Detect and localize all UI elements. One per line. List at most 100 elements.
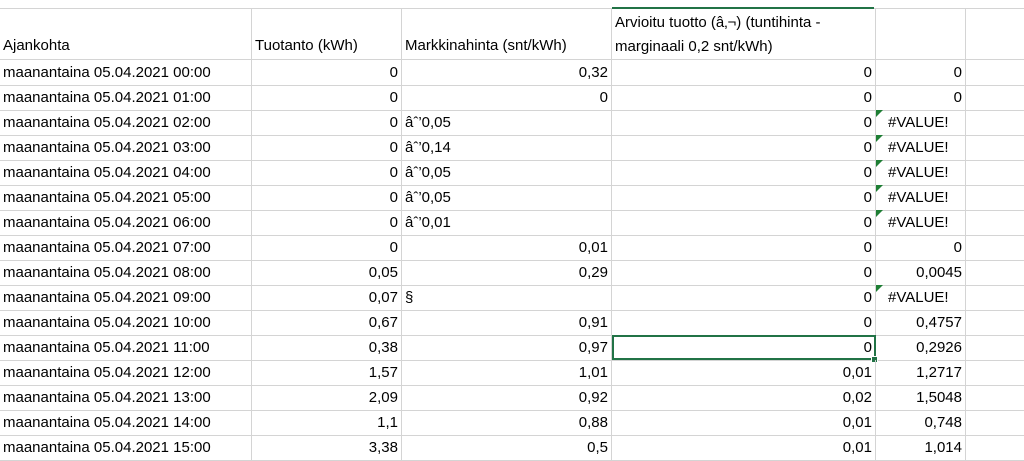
cell-calculated[interactable]: #VALUE!	[876, 160, 966, 185]
cell-empty[interactable]	[966, 185, 1024, 210]
cell-ajankohta[interactable]: maanantaina 05.04.2021 09:00	[0, 285, 252, 310]
cell-arvioitu-tuotto[interactable]: 0	[612, 160, 876, 185]
cell-tuotanto[interactable]: 1,1	[252, 410, 402, 435]
cell-calculated[interactable]: 0,0045	[876, 260, 966, 285]
cell-markkinahinta[interactable]: âˆ’0,05	[402, 185, 612, 210]
cell-tuotanto[interactable]: 0,05	[252, 260, 402, 285]
cell-arvioitu-tuotto[interactable]: 0	[612, 60, 876, 85]
cell-ajankohta[interactable]: maanantaina 05.04.2021 00:00	[0, 60, 252, 85]
cell-arvioitu-tuotto[interactable]: 0,01	[612, 435, 876, 460]
cell-arvioitu-tuotto[interactable]: 0,02	[612, 385, 876, 410]
cell-ajankohta[interactable]: maanantaina 05.04.2021 07:00	[0, 235, 252, 260]
cell-markkinahinta[interactable]: 0	[402, 85, 612, 110]
cell-markkinahinta[interactable]: âˆ’0,05	[402, 160, 612, 185]
spreadsheet-grid[interactable]: Ajankohta Tuotanto (kWh) Markkinahinta (…	[0, 0, 1024, 461]
cell-calculated[interactable]: 1,014	[876, 435, 966, 460]
cell-empty[interactable]	[966, 410, 1024, 435]
cell-tuotanto[interactable]: 2,09	[252, 385, 402, 410]
cell-markkinahinta[interactable]: 0,01	[402, 235, 612, 260]
cell-calculated[interactable]: #VALUE!	[876, 185, 966, 210]
cell-ajankohta[interactable]: maanantaina 05.04.2021 03:00	[0, 135, 252, 160]
cell-arvioitu-tuotto[interactable]: 0	[612, 310, 876, 335]
cell-ajankohta[interactable]: maanantaina 05.04.2021 11:00	[0, 335, 252, 360]
error-indicator-icon[interactable]	[876, 210, 883, 217]
cell-markkinahinta[interactable]: 0,29	[402, 260, 612, 285]
cell-tuotanto[interactable]: 0	[252, 85, 402, 110]
cell-tuotanto[interactable]: 3,38	[252, 435, 402, 460]
cell-arvioitu-tuotto[interactable]: 0	[612, 135, 876, 160]
header-col-f[interactable]	[966, 8, 1024, 59]
cell-tuotanto[interactable]: 0	[252, 60, 402, 85]
cell-tuotanto[interactable]: 1,57	[252, 360, 402, 385]
cell-calculated[interactable]: 0,4757	[876, 310, 966, 335]
cell-markkinahinta[interactable]: 0,5	[402, 435, 612, 460]
cell-calculated[interactable]: 0,748	[876, 410, 966, 435]
header-col-e[interactable]	[876, 8, 966, 59]
cell-ajankohta[interactable]: maanantaina 05.04.2021 05:00	[0, 185, 252, 210]
cell-arvioitu-tuotto[interactable]: 0,01	[612, 360, 876, 385]
error-indicator-icon[interactable]	[876, 135, 883, 142]
cell-tuotanto[interactable]: 0,67	[252, 310, 402, 335]
cell-ajankohta[interactable]: maanantaina 05.04.2021 01:00	[0, 85, 252, 110]
cell-ajankohta[interactable]: maanantaina 05.04.2021 08:00	[0, 260, 252, 285]
cell-arvioitu-tuotto[interactable]: 0	[612, 335, 878, 363]
cell-empty[interactable]	[966, 260, 1024, 285]
cell-markkinahinta[interactable]: 0,97	[402, 335, 612, 360]
cell-tuotanto[interactable]: 0,38	[252, 335, 402, 360]
cell-calculated[interactable]: 0	[876, 235, 966, 260]
cell-empty[interactable]	[966, 435, 1024, 460]
error-indicator-icon[interactable]	[876, 110, 883, 117]
cell-ajankohta[interactable]: maanantaina 05.04.2021 06:00	[0, 210, 252, 235]
cell-arvioitu-tuotto[interactable]: 0	[612, 235, 876, 260]
error-indicator-icon[interactable]	[876, 185, 883, 192]
header-tuotanto[interactable]: Tuotanto (kWh)	[252, 8, 402, 59]
cell-ajankohta[interactable]: maanantaina 05.04.2021 10:00	[0, 310, 252, 335]
error-indicator-icon[interactable]	[876, 160, 883, 167]
cell-empty[interactable]	[966, 210, 1024, 235]
cell-empty[interactable]	[966, 110, 1024, 135]
cell-ajankohta[interactable]: maanantaina 05.04.2021 14:00	[0, 410, 252, 435]
cell-tuotanto[interactable]: 0	[252, 210, 402, 235]
error-indicator-icon[interactable]	[876, 285, 883, 292]
cell-calculated[interactable]: #VALUE!	[876, 210, 966, 235]
cell-tuotanto[interactable]: 0,07	[252, 285, 402, 310]
cell-ajankohta[interactable]: maanantaina 05.04.2021 12:00	[0, 360, 252, 385]
cell-tuotanto[interactable]: 0	[252, 135, 402, 160]
cell-arvioitu-tuotto[interactable]: 0	[612, 210, 876, 235]
cell-markkinahinta[interactable]: §	[402, 285, 612, 310]
cell-ajankohta[interactable]: maanantaina 05.04.2021 13:00	[0, 385, 252, 410]
cell-empty[interactable]	[966, 160, 1024, 185]
cell-empty[interactable]	[966, 385, 1024, 410]
cell-calculated[interactable]: 0	[876, 60, 966, 85]
cell-empty[interactable]	[966, 60, 1024, 85]
cell-calculated[interactable]: 0	[876, 85, 966, 110]
cell-calculated[interactable]: 0,2926	[876, 335, 966, 360]
cell-empty[interactable]	[966, 310, 1024, 335]
cell-calculated[interactable]: 1,5048	[876, 385, 966, 410]
header-ajankohta[interactable]: Ajankohta	[0, 8, 252, 59]
cell-arvioitu-tuotto[interactable]: 0	[612, 260, 876, 285]
cell-ajankohta[interactable]: maanantaina 05.04.2021 04:00	[0, 160, 252, 185]
cell-tuotanto[interactable]: 0	[252, 110, 402, 135]
cell-empty[interactable]	[966, 85, 1024, 110]
cell-tuotanto[interactable]: 0	[252, 185, 402, 210]
cell-arvioitu-tuotto[interactable]: 0	[612, 185, 876, 210]
cell-calculated[interactable]: #VALUE!	[876, 285, 966, 310]
cell-empty[interactable]	[966, 235, 1024, 260]
cell-markkinahinta[interactable]: 1,01	[402, 360, 612, 385]
cell-markkinahinta[interactable]: 0,32	[402, 60, 612, 85]
cell-markkinahinta[interactable]: âˆ’0,01	[402, 210, 612, 235]
cell-arvioitu-tuotto[interactable]: 0	[612, 85, 876, 110]
cell-empty[interactable]	[966, 285, 1024, 310]
cell-calculated[interactable]: #VALUE!	[876, 110, 966, 135]
cell-arvioitu-tuotto[interactable]: 0	[612, 110, 876, 135]
cell-empty[interactable]	[966, 135, 1024, 160]
cell-ajankohta[interactable]: maanantaina 05.04.2021 15:00	[0, 435, 252, 460]
cell-empty[interactable]	[966, 335, 1024, 360]
cell-calculated[interactable]: #VALUE!	[876, 135, 966, 160]
cell-tuotanto[interactable]: 0	[252, 235, 402, 260]
cell-arvioitu-tuotto[interactable]: 0	[612, 285, 876, 310]
cell-markkinahinta[interactable]: 0,91	[402, 310, 612, 335]
cell-empty[interactable]	[966, 360, 1024, 385]
cell-markkinahinta[interactable]: âˆ’0,14	[402, 135, 612, 160]
